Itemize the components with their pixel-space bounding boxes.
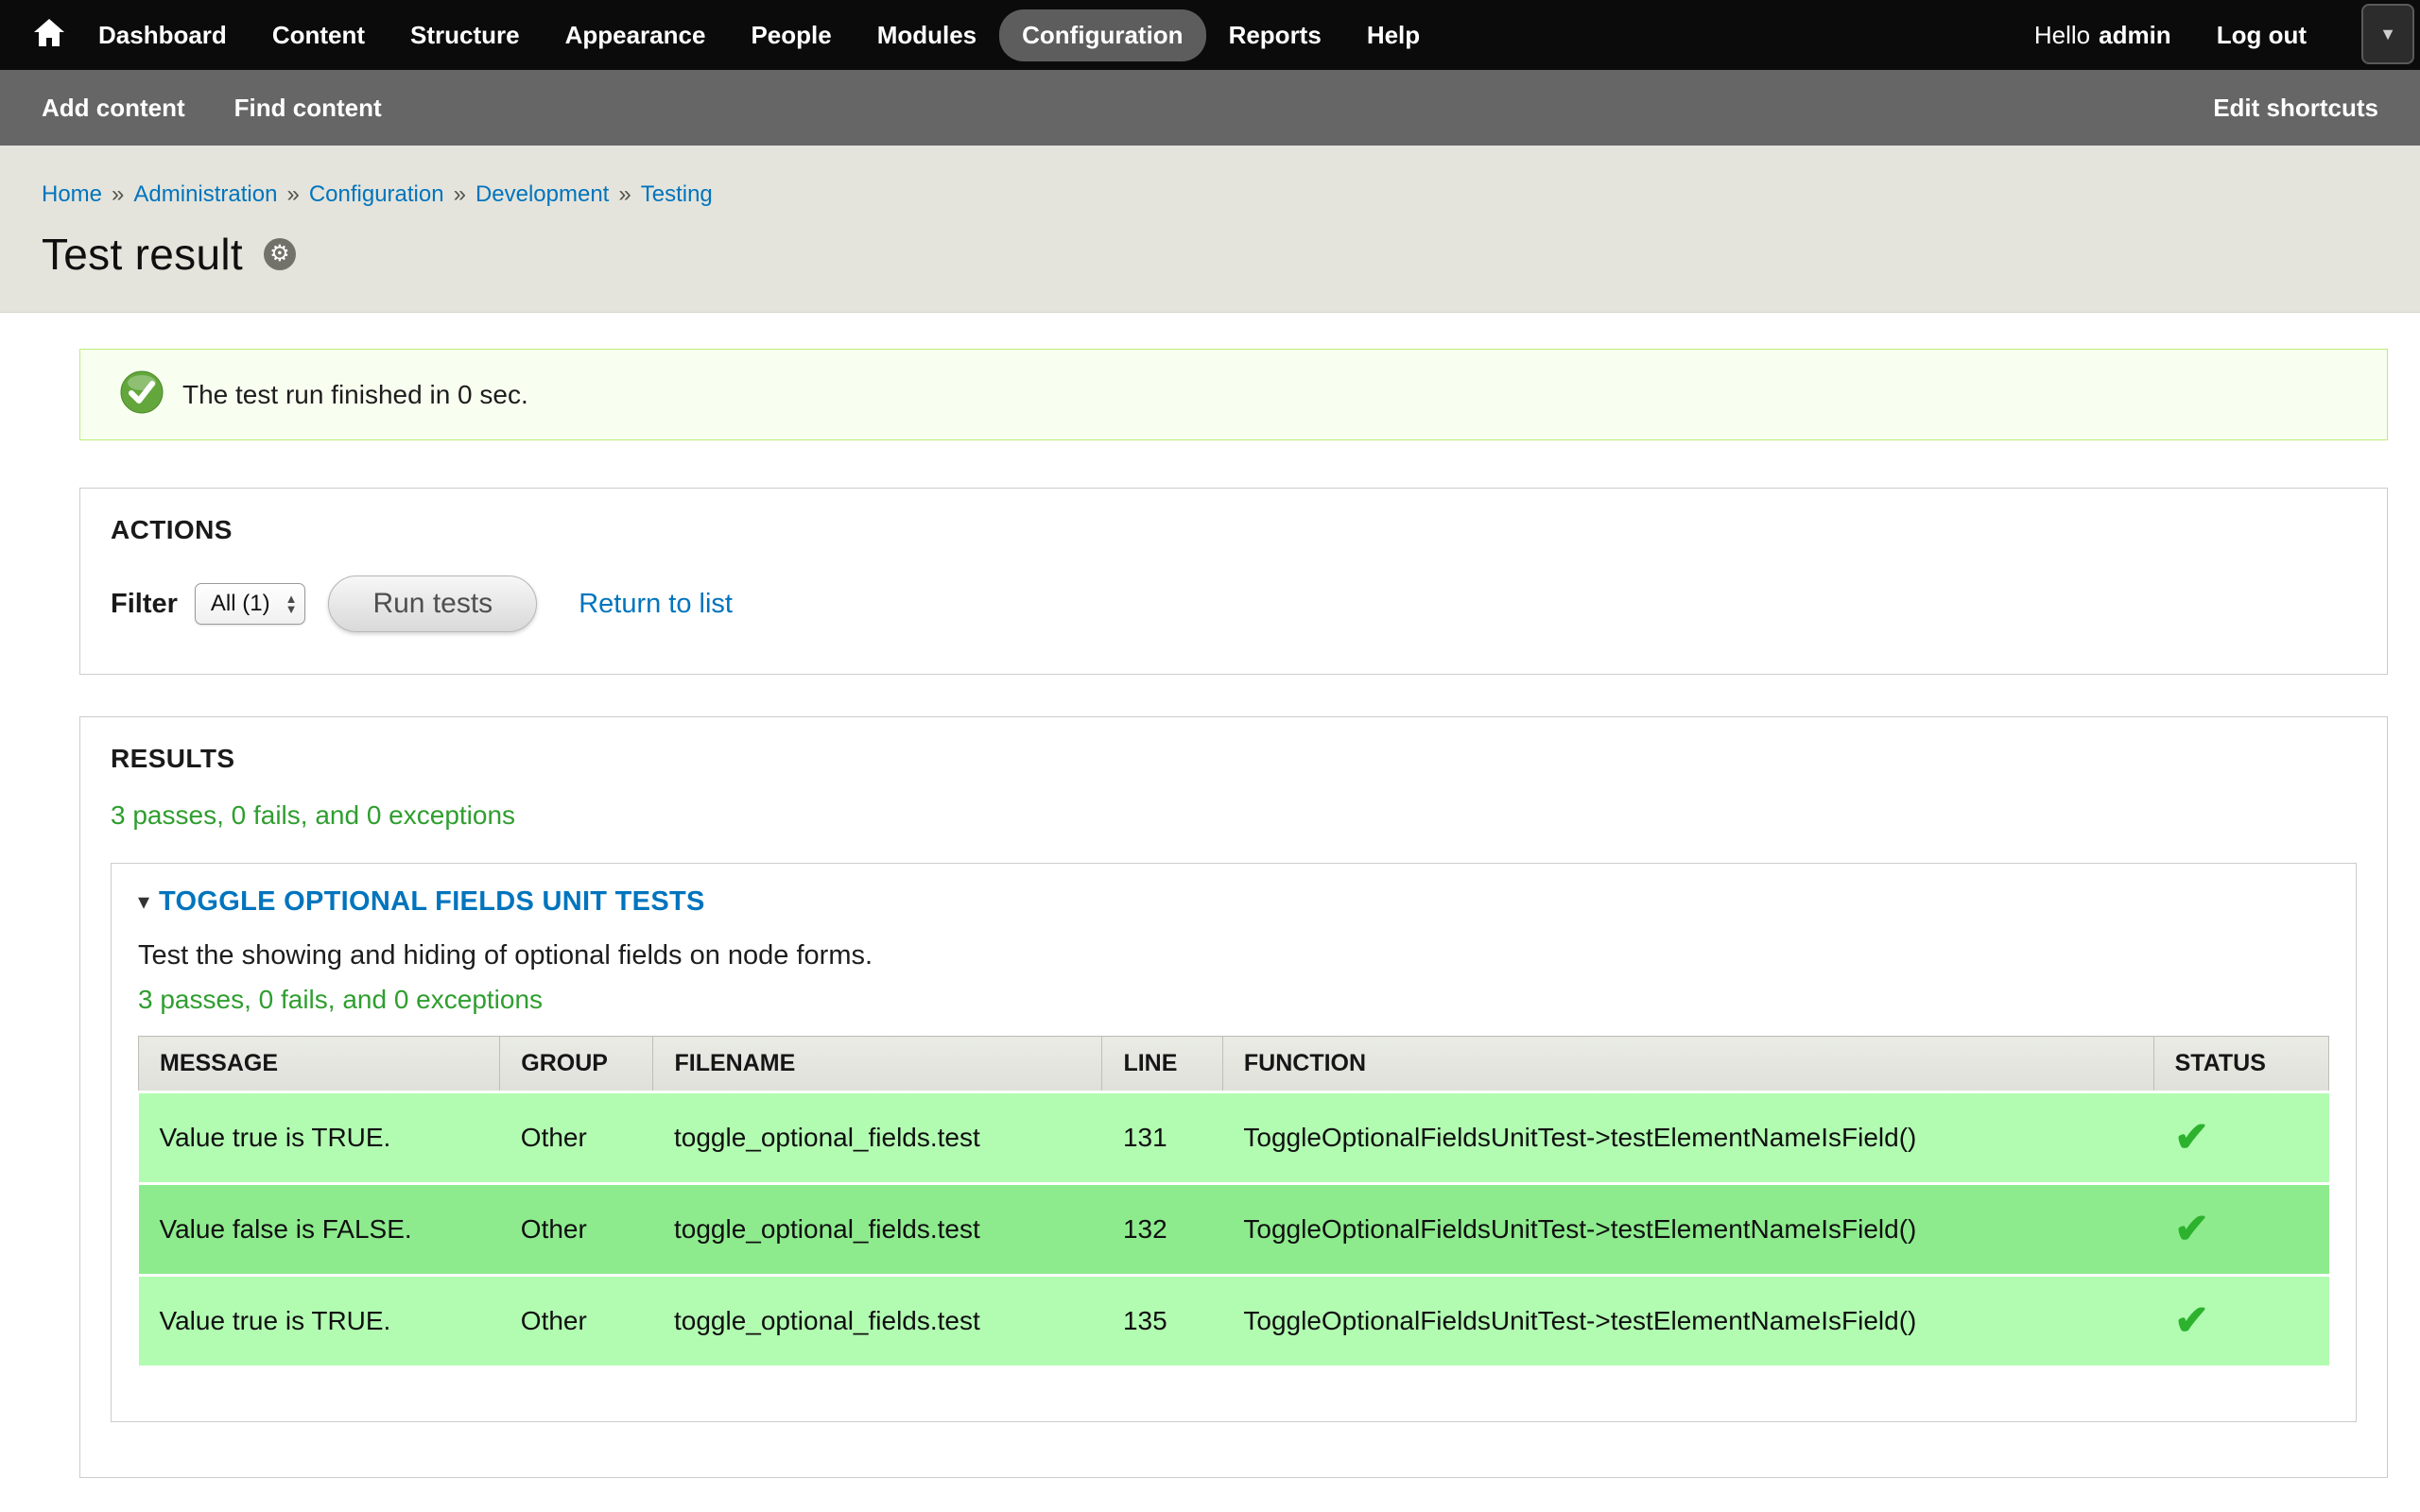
test-group-summary: 3 passes, 0 fails, and 0 exceptions	[138, 985, 2329, 1015]
gear-icon[interactable]: ⚙	[264, 238, 296, 270]
pass-check-icon: ✔	[2174, 1297, 2209, 1344]
table-header-row: MESSAGE GROUP FILENAME LINE FUNCTION STA…	[139, 1037, 2329, 1092]
table-row: Value true is TRUE. Other toggle_optiona…	[139, 1092, 2329, 1184]
greeting-prefix: Hello	[2034, 21, 2090, 50]
user-greeting: Hello admin	[2034, 21, 2171, 50]
pass-check-icon: ✔	[2174, 1206, 2209, 1252]
select-stepper-icon: ▲ ▼	[285, 593, 298, 614]
shortcut-add-content[interactable]: Add content	[42, 94, 185, 123]
chevron-down-icon: ▼	[2379, 25, 2396, 44]
results-panel-title: RESULTS	[111, 744, 2357, 774]
col-header-line: LINE	[1102, 1037, 1222, 1092]
cell-message: Value true is TRUE.	[139, 1276, 500, 1367]
toolbar-toggle-button[interactable]: ▼	[2361, 4, 2414, 64]
collapse-triangle-icon: ▾	[138, 888, 149, 916]
cell-line: 131	[1102, 1092, 1222, 1184]
cell-filename: toggle_optional_fields.test	[653, 1184, 1102, 1276]
cell-function: ToggleOptionalFieldsUnitTest->testElemen…	[1222, 1092, 2153, 1184]
cell-line: 132	[1102, 1184, 1222, 1276]
filter-label: Filter	[111, 589, 178, 620]
toolbar-item-appearance[interactable]: Appearance	[543, 9, 729, 61]
shortcut-bar: Add content Find content Edit shortcuts	[0, 70, 2420, 146]
filter-select-value: All (1)	[211, 591, 270, 617]
branding-region: Home » Administration » Configuration » …	[0, 146, 2420, 313]
shortcut-find-content[interactable]: Find content	[234, 94, 382, 123]
home-button[interactable]	[23, 9, 76, 61]
test-group-legend[interactable]: ▾ TOGGLE OPTIONAL FIELDS UNIT TESTS	[138, 886, 2329, 918]
breadcrumb-testing[interactable]: Testing	[641, 181, 713, 208]
cell-group: Other	[500, 1276, 653, 1367]
status-message-text: The test run finished in 0 sec.	[182, 380, 528, 410]
cell-status: ✔	[2153, 1184, 2328, 1276]
breadcrumb-separator: »	[618, 181, 631, 208]
breadcrumb-separator: »	[112, 181, 124, 208]
breadcrumb-separator: »	[286, 181, 299, 208]
cell-filename: toggle_optional_fields.test	[653, 1276, 1102, 1367]
cell-message: Value true is TRUE.	[139, 1092, 500, 1184]
main-content: The test run finished in 0 sec. ACTIONS …	[0, 313, 2420, 1478]
breadcrumb-development[interactable]: Development	[475, 181, 609, 208]
cell-status: ✔	[2153, 1276, 2328, 1367]
test-group-description: Test the showing and hiding of optional …	[138, 940, 2329, 971]
col-header-status: STATUS	[2153, 1037, 2328, 1092]
results-table: MESSAGE GROUP FILENAME LINE FUNCTION STA…	[138, 1036, 2329, 1368]
toolbar-item-dashboard[interactable]: Dashboard	[76, 9, 250, 61]
toolbar-item-content[interactable]: Content	[250, 9, 388, 61]
toolbar-item-reports[interactable]: Reports	[1206, 9, 1344, 61]
page-title: Test result	[42, 229, 243, 280]
breadcrumb: Home » Administration » Configuration » …	[42, 181, 2378, 208]
toolbar-item-people[interactable]: People	[728, 9, 854, 61]
cell-function: ToggleOptionalFieldsUnitTest->testElemen…	[1222, 1276, 2153, 1367]
run-tests-button[interactable]: Run tests	[328, 576, 537, 632]
admin-toolbar: Dashboard Content Structure Appearance P…	[0, 0, 2420, 70]
cell-group: Other	[500, 1092, 653, 1184]
edit-shortcuts-link[interactable]: Edit shortcuts	[2213, 94, 2378, 123]
toolbar-item-modules[interactable]: Modules	[855, 9, 999, 61]
toolbar-item-structure[interactable]: Structure	[388, 9, 543, 61]
col-header-message: MESSAGE	[139, 1037, 500, 1092]
breadcrumb-separator: »	[454, 181, 466, 208]
home-icon	[33, 18, 65, 53]
return-to-list-link[interactable]: Return to list	[579, 589, 733, 620]
cell-message: Value false is FALSE.	[139, 1184, 500, 1276]
cell-status: ✔	[2153, 1092, 2328, 1184]
table-row: Value false is FALSE. Other toggle_optio…	[139, 1184, 2329, 1276]
actions-panel: ACTIONS Filter All (1) ▲ ▼ Run tests Ret…	[79, 488, 2388, 675]
test-group-fieldset: ▾ TOGGLE OPTIONAL FIELDS UNIT TESTS Test…	[111, 863, 2357, 1422]
results-panel: RESULTS 3 passes, 0 fails, and 0 excepti…	[79, 716, 2388, 1478]
pass-check-icon: ✔	[2174, 1114, 2209, 1160]
status-ok-icon	[120, 370, 164, 419]
table-row: Value true is TRUE. Other toggle_optiona…	[139, 1276, 2329, 1367]
filter-select[interactable]: All (1) ▲ ▼	[195, 583, 306, 625]
toolbar-item-help[interactable]: Help	[1344, 9, 1443, 61]
cell-group: Other	[500, 1184, 653, 1276]
toolbar-item-configuration[interactable]: Configuration	[999, 9, 1205, 61]
col-header-filename: FILENAME	[653, 1037, 1102, 1092]
logout-link[interactable]: Log out	[2217, 21, 2307, 50]
breadcrumb-home[interactable]: Home	[42, 181, 102, 208]
cell-line: 135	[1102, 1276, 1222, 1367]
breadcrumb-configuration[interactable]: Configuration	[309, 181, 444, 208]
status-message: The test run finished in 0 sec.	[79, 349, 2388, 440]
col-header-function: FUNCTION	[1222, 1037, 2153, 1092]
col-header-group: GROUP	[500, 1037, 653, 1092]
cell-filename: toggle_optional_fields.test	[653, 1092, 1102, 1184]
username: admin	[2099, 21, 2171, 50]
results-summary: 3 passes, 0 fails, and 0 exceptions	[111, 800, 2357, 831]
test-group-title: TOGGLE OPTIONAL FIELDS UNIT TESTS	[159, 886, 705, 918]
breadcrumb-administration[interactable]: Administration	[133, 181, 277, 208]
cell-function: ToggleOptionalFieldsUnitTest->testElemen…	[1222, 1184, 2153, 1276]
actions-panel-title: ACTIONS	[111, 515, 2357, 545]
